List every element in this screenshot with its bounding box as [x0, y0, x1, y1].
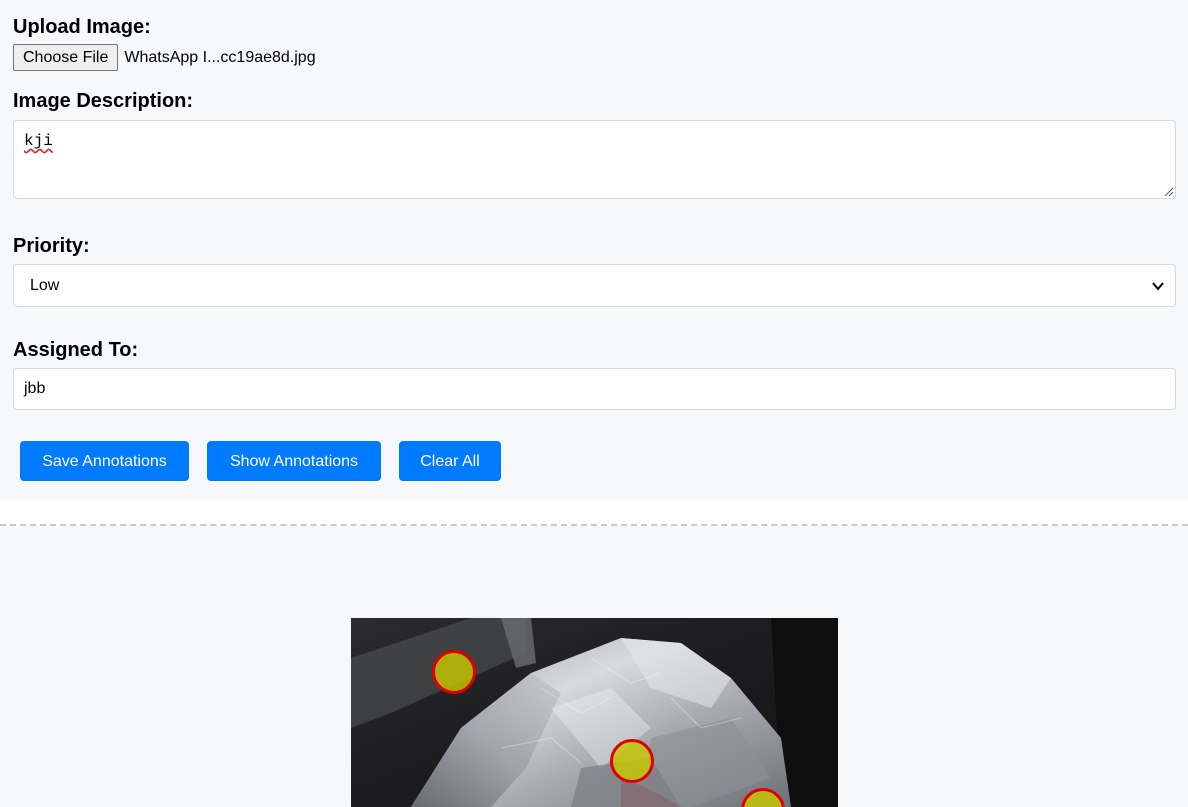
annotation-image[interactable] — [351, 618, 838, 807]
file-input[interactable]: Choose File WhatsApp I...cc19ae8d.jpg — [13, 44, 316, 71]
resize-grip-icon[interactable] — [1163, 186, 1173, 196]
assigned-to-value: jbb — [24, 380, 46, 397]
section-gap — [0, 500, 1188, 526]
description-label: Image Description: — [13, 90, 194, 112]
chevron-down-icon — [1152, 282, 1164, 291]
annotation-form: Upload Image: Choose File WhatsApp I...c… — [0, 0, 1188, 500]
choose-file-button[interactable]: Choose File — [13, 44, 119, 71]
assigned-to-input[interactable]: jbb — [13, 368, 1176, 410]
priority-label: Priority: — [13, 235, 90, 257]
assigned-label: Assigned To: — [13, 339, 139, 361]
clear-all-button[interactable]: Clear All — [399, 441, 501, 481]
selected-file-name: WhatsApp I...cc19ae8d.jpg — [124, 48, 316, 66]
annotation-marker[interactable] — [610, 739, 654, 783]
priority-selected-value: Low — [30, 277, 60, 294]
description-textarea[interactable]: kji — [13, 120, 1176, 199]
upload-label: Upload Image: — [13, 16, 151, 38]
annotation-marker[interactable] — [432, 650, 476, 694]
description-text: kji — [24, 132, 53, 150]
uploaded-photo — [351, 618, 838, 807]
save-annotations-button[interactable]: Save Annotations — [20, 441, 189, 481]
priority-select[interactable]: Low — [13, 264, 1176, 307]
show-annotations-button[interactable]: Show Annotations — [207, 441, 381, 481]
